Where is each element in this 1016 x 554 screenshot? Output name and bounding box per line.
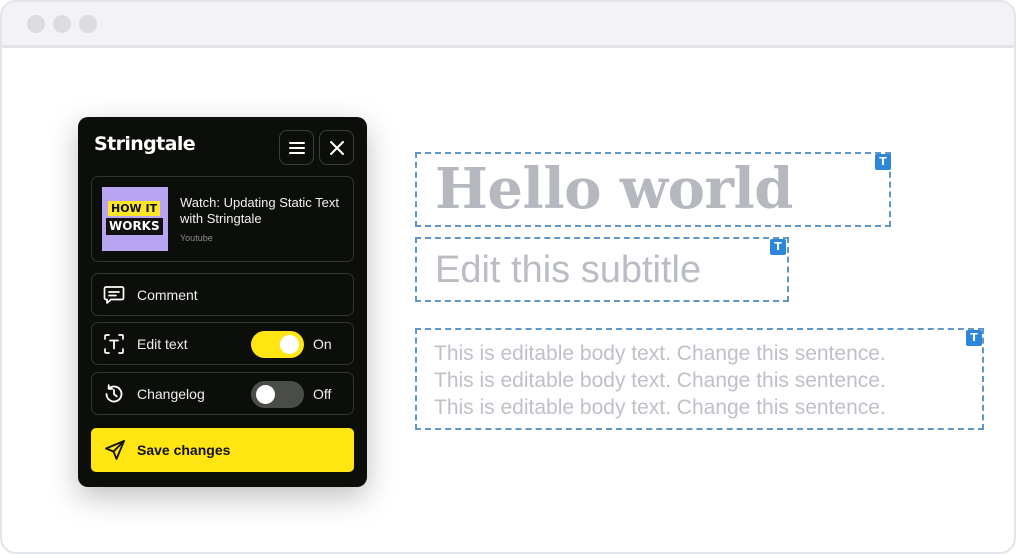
edit-text-toggle[interactable] [251,331,304,358]
send-icon [105,440,125,460]
text-select-icon [104,334,124,354]
window-control-dot[interactable] [79,15,97,33]
brand-logo: Stringtale [94,133,196,155]
editable-body[interactable]: This is editable body text. Change this … [415,328,984,430]
text-tag-icon: T [875,154,891,170]
body-line: This is editable body text. Change this … [434,369,886,392]
menu-button[interactable] [279,130,314,165]
edit-text-label: Edit text [137,336,188,352]
save-changes-label: Save changes [137,442,231,458]
page-subtitle: Edit this subtitle [435,249,702,291]
window-control-dot[interactable] [27,15,45,33]
changelog-label: Changelog [137,386,205,402]
toggle-knob [256,385,275,404]
text-tag-icon: T [966,330,982,346]
edit-text-row: Edit text On [91,322,354,365]
body-line: This is editable body text. Change this … [434,396,886,419]
edit-text-state: On [313,336,332,352]
comment-row[interactable]: Comment [91,273,354,316]
stringtale-panel: Stringtale HOW IT WORKS Watch: Updating … [78,117,367,487]
close-icon [329,140,344,155]
hamburger-icon [288,141,305,154]
changelog-toggle[interactable] [251,381,304,408]
window-titlebar [2,2,1014,48]
history-icon [105,384,123,403]
toggle-knob [280,335,299,354]
editable-title[interactable]: Hello world T [415,152,891,227]
video-title: Watch: Updating Static Text with Stringt… [180,195,339,226]
body-text: This is editable body text. Change this … [434,340,974,421]
page-title: Hello world [435,156,793,222]
video-thumbnail: HOW IT WORKS [102,187,168,251]
comment-icon [103,286,125,304]
body-line: This is editable body text. Change this … [434,342,886,365]
changelog-row: Changelog Off [91,372,354,415]
thumbnail-text-line2: WORKS [106,218,163,235]
thumbnail-text-line1: HOW IT [108,201,161,216]
close-button[interactable] [319,130,354,165]
changelog-state: Off [313,386,332,402]
save-changes-button[interactable]: Save changes [91,428,354,472]
browser-window: Stringtale HOW IT WORKS Watch: Updating … [0,0,1016,554]
text-tag-icon: T [770,239,786,255]
video-source: Youtube [180,233,213,243]
window-control-dot[interactable] [53,15,71,33]
editable-subtitle[interactable]: Edit this subtitle T [415,237,789,302]
comment-label: Comment [137,287,198,303]
video-card[interactable]: HOW IT WORKS Watch: Updating Static Text… [91,176,354,262]
